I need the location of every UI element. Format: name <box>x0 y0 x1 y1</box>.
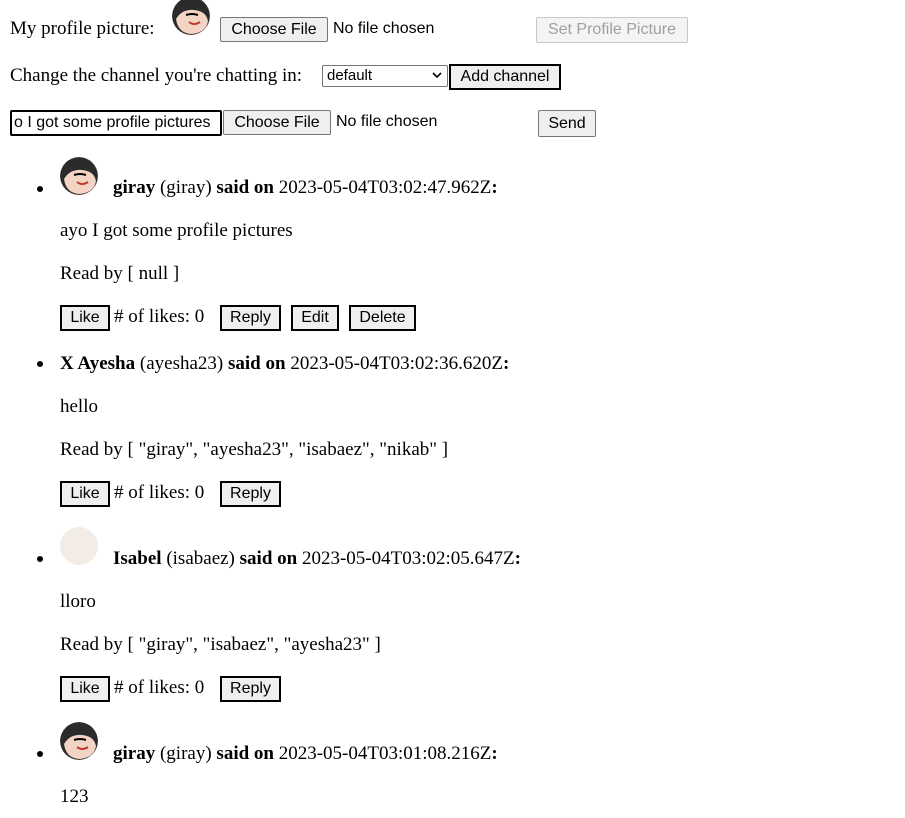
message-timestamp: 2023-05-04T03:01:08.216Z <box>278 743 492 764</box>
profile-picture-label: My profile picture: <box>10 18 155 39</box>
said-on-label: said on <box>239 548 298 569</box>
said-on-label: said on <box>216 743 274 764</box>
cartoon-face-avatar-icon <box>60 722 98 760</box>
message-text: lloro <box>60 591 96 612</box>
cartoon-face-avatar-icon <box>172 0 210 35</box>
colon: : <box>491 177 498 198</box>
message-username: (giray) <box>159 743 212 764</box>
message-header: giray (giray) said on 2023-05-04T03:02:4… <box>113 177 498 199</box>
message-text: 123 <box>60 786 89 807</box>
likes-count: # of likes: 0 <box>114 677 205 698</box>
colon: : <box>491 743 498 764</box>
channel-select[interactable]: default <box>322 65 448 87</box>
channel-select-value: default <box>327 67 373 84</box>
read-by-text: Read by [ "giray", "isabaez", "ayesha23"… <box>60 634 381 655</box>
like-button[interactable]: Like <box>60 305 110 331</box>
said-on-label: said on <box>228 353 286 374</box>
reply-button[interactable]: Reply <box>220 676 281 702</box>
said-on-label: said on <box>216 177 274 198</box>
profile-choose-file-button[interactable]: Choose File <box>220 17 328 42</box>
message-header: giray (giray) said on 2023-05-04T03:01:0… <box>113 743 498 765</box>
message-username: (giray) <box>159 177 212 198</box>
read-by-text: Read by [ "giray", "ayesha23", "isabaez"… <box>60 439 449 460</box>
reply-button[interactable]: Reply <box>220 305 281 331</box>
message-avatar <box>60 157 98 195</box>
message-display-name: Isabel <box>113 548 162 569</box>
list-bullet <box>37 556 43 562</box>
message-timestamp: 2023-05-04T03:02:47.962Z <box>278 177 492 198</box>
message-display-name: X Ayesha <box>60 353 136 374</box>
profile-avatar <box>172 0 210 35</box>
profile-no-file-text: No file chosen <box>333 20 435 37</box>
colon: : <box>503 353 510 374</box>
message-display-name: giray <box>113 177 156 198</box>
message-timestamp: 2023-05-04T03:02:05.647Z <box>301 548 515 569</box>
add-channel-button[interactable]: Add channel <box>449 64 561 90</box>
composer-choose-file-button[interactable]: Choose File <box>223 110 331 135</box>
likes-count: # of likes: 0 <box>114 482 205 503</box>
set-profile-picture-button[interactable]: Set Profile Picture <box>536 17 688 43</box>
message-input[interactable]: o I got some profile pictures <box>10 110 222 136</box>
message-text: hello <box>60 396 98 417</box>
message-avatar <box>60 722 98 760</box>
message-header: Isabel (isabaez) said on 2023-05-04T03:0… <box>113 548 521 570</box>
edit-button[interactable]: Edit <box>291 305 339 331</box>
list-bullet <box>37 186 43 192</box>
message-timestamp: 2023-05-04T03:02:36.620Z <box>290 353 503 374</box>
likes-count: # of likes: 0 <box>114 306 205 327</box>
chevron-down-icon <box>432 72 442 79</box>
reply-button[interactable]: Reply <box>220 481 281 507</box>
message-username: (isabaez) <box>166 548 235 569</box>
like-button[interactable]: Like <box>60 481 110 507</box>
list-bullet <box>37 361 43 367</box>
message-text: ayo I got some profile pictures <box>60 220 293 241</box>
channel-label: Change the channel you're chatting in: <box>10 65 303 86</box>
composer-no-file-text: No file chosen <box>336 113 438 130</box>
message-username: (ayesha23) <box>139 353 224 374</box>
message-display-name: giray <box>113 743 156 764</box>
colon: : <box>514 548 521 569</box>
read-by-text: Read by [ null ] <box>60 263 180 284</box>
message-header: X Ayesha (ayesha23) said on 2023-05-04T0… <box>60 353 509 375</box>
like-button[interactable]: Like <box>60 676 110 702</box>
send-button[interactable]: Send <box>538 110 596 137</box>
blank-avatar-icon <box>60 527 98 565</box>
list-bullet <box>37 751 43 757</box>
delete-button[interactable]: Delete <box>349 305 416 331</box>
cartoon-face-avatar-icon <box>60 157 98 195</box>
